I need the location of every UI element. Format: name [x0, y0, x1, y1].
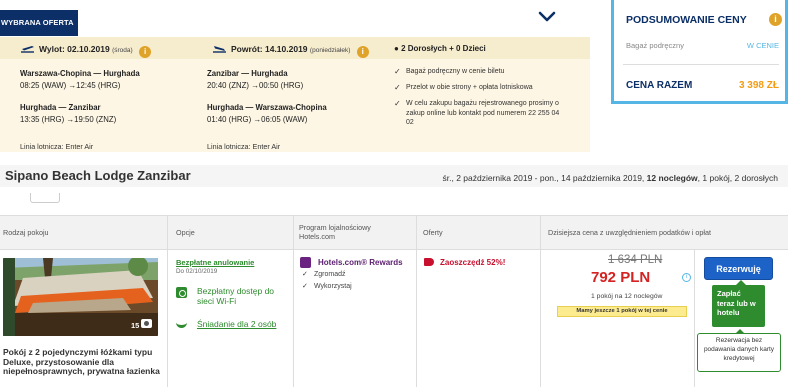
column-divider — [540, 215, 541, 387]
column-header-price: Dzisiejsza cena z uwzględnieniem podatkó… — [548, 228, 712, 237]
plane-takeoff-icon — [21, 46, 34, 53]
segment-route: Zanzibar — Hurghada — [207, 69, 288, 78]
total-price: 3 398 ZŁ — [738, 80, 779, 91]
baggage-value: W CENIE — [746, 41, 779, 50]
offer-header-bar — [0, 0, 590, 38]
column-divider — [293, 215, 294, 387]
column-header-options: Opcje — [176, 228, 195, 237]
return-title: Powrót: 14.10.2019 (poniedziałek) i — [212, 44, 369, 58]
outbound-segment-2: Hurghada — Zanzibar 13:35 (HRG) →19:50 (… — [20, 102, 116, 126]
check-icon: ✓ — [394, 67, 401, 76]
wifi-option: Bezpłatny dostęp do sieci Wi-Fi — [176, 286, 288, 306]
column-header-room-type: Rodzaj pokoju — [3, 228, 49, 237]
pay-now-or-at-hotel-badge: Zapłać teraz lub w hotelu — [712, 280, 765, 327]
chevron-down-icon[interactable] — [538, 10, 556, 24]
check-icon: ✓ — [302, 283, 308, 290]
tag-icon — [424, 258, 434, 266]
check-icon: ✓ — [394, 99, 401, 108]
book-button[interactable]: Rezerwuję — [704, 257, 773, 280]
availability-badge: Mamy jeszcze 1 pokój w tej cenie — [557, 306, 687, 317]
column-header-loyalty: Program lojalnościowy Hotels.com — [299, 223, 371, 241]
hotels-rewards-icon — [300, 257, 311, 268]
divider — [623, 64, 779, 65]
return-airline: Linia lotnicza: Enter Air — [207, 142, 281, 151]
column-divider — [694, 250, 695, 387]
no-credit-card-note: Rezerwacja bez podawania danych karty kr… — [697, 329, 781, 372]
rewards-item: ✓ Wykorzystaj — [302, 283, 352, 290]
current-price: 792 PLN — [591, 269, 651, 286]
column-divider — [167, 215, 168, 387]
return-segment-1: Zanzibar — Hurghada 20:40 (ZNZ) →00:50 (… — [207, 68, 303, 92]
included-item: ✓ W celu zakupu bagażu rejestrowanego pr… — [394, 99, 560, 126]
outbound-segment-1: Warszawa-Chopina — Hurghada 08:25 (WAW) … — [20, 68, 140, 92]
outbound-airline: Linia lotnicza: Enter Air — [20, 142, 94, 151]
segment-route: Warszawa-Chopina — Hurghada — [20, 69, 140, 78]
rewards-title[interactable]: Hotels.com® Rewards — [318, 258, 403, 267]
hotel-name: Sipano Beach Lodge Zanzibar — [5, 168, 191, 183]
price-summary-box: PODSUMOWANIE CENY i Bagaż podręczny W CE… — [611, 0, 788, 104]
wifi-icon — [176, 287, 187, 298]
return-date: Powrót: 14.10.2019 — [231, 44, 308, 54]
stay-nights: 12 noclegów — [646, 173, 698, 183]
segment-route: Hurghada — Warszawa-Chopina — [207, 103, 327, 112]
info-icon[interactable]: i — [769, 13, 782, 26]
breakfast-option[interactable]: Śniadanie dla 2 osób — [176, 319, 288, 329]
segment-time: 20:40 (ZNZ) →00:50 (HRG) — [207, 81, 304, 90]
check-icon: ✓ — [302, 271, 308, 278]
outbound-title: Wylot: 02.10.2019 (środa) i — [20, 44, 152, 58]
passengers-label: ● 2 Dorosłych + 0 Dzieci — [394, 44, 486, 53]
price-summary-title: PODSUMOWANIE CENY — [626, 14, 747, 26]
person-icon: ● — [394, 44, 399, 53]
price-basis: 1 pokój na 12 noclegów — [591, 293, 663, 300]
included-item: ✓ Przelot w obie strony + opłata lotnisk… — [394, 83, 533, 92]
segment-time: 01:40 (HRG) →06:05 (WAW) — [207, 115, 308, 124]
baggage-label: Bagaż podręczny — [626, 41, 684, 50]
segment-time: 08:25 (WAW) →12:45 (HRG) — [20, 81, 121, 90]
info-icon[interactable]: i — [356, 46, 369, 58]
selected-offer-badge: WYBRANA OFERTA — [0, 10, 78, 36]
info-icon[interactable]: i — [139, 46, 152, 58]
collapsed-tab[interactable] — [30, 193, 60, 203]
plane-landing-icon — [213, 46, 226, 53]
return-segment-2: Hurghada — Warszawa-Chopina 01:40 (HRG) … — [207, 102, 327, 126]
column-divider — [416, 215, 417, 387]
total-label: CENA RAZEM — [626, 80, 693, 91]
old-price: 1 634 PLN — [608, 254, 663, 266]
outbound-weekday: (środa) — [112, 47, 133, 54]
discount-offer: Zaoszczędź 52%! — [440, 258, 506, 267]
photo-count: 15 — [131, 321, 140, 330]
passengers-count: 2 Dorosłych + 0 Dzieci — [401, 44, 486, 53]
return-weekday: (poniedziałek) — [309, 47, 351, 54]
rewards-item: ✓ Zgromadź — [302, 271, 346, 278]
room-type-name[interactable]: Pokój z 2 pojedynczymi łóżkami typu Delu… — [3, 347, 161, 377]
stay-rooms-guests: , 1 pokój, 2 dorosłych — [697, 173, 778, 183]
stay-dates: śr., 2 października 2019 - pon., 14 paźd… — [442, 173, 647, 183]
free-cancellation-link[interactable]: Bezpłatne anulowanie — [176, 258, 254, 267]
segment-time: 13:35 (HRG) →19:50 (ZNZ) — [20, 115, 117, 124]
segment-route: Hurghada — Zanzibar — [20, 103, 101, 112]
stay-details: śr., 2 października 2019 - pon., 14 paźd… — [443, 173, 778, 183]
check-icon: ✓ — [394, 83, 401, 92]
included-item: ✓ Bagaż podręczny w cenie biletu — [394, 67, 505, 76]
price-info-icon[interactable]: i — [682, 273, 691, 282]
camera-icon — [141, 319, 152, 328]
cancellation-date: Do 02/10/2019 — [176, 268, 218, 275]
outbound-date: Wylot: 02.10.2019 — [39, 44, 110, 54]
column-header-offers: Oferty — [423, 228, 443, 237]
